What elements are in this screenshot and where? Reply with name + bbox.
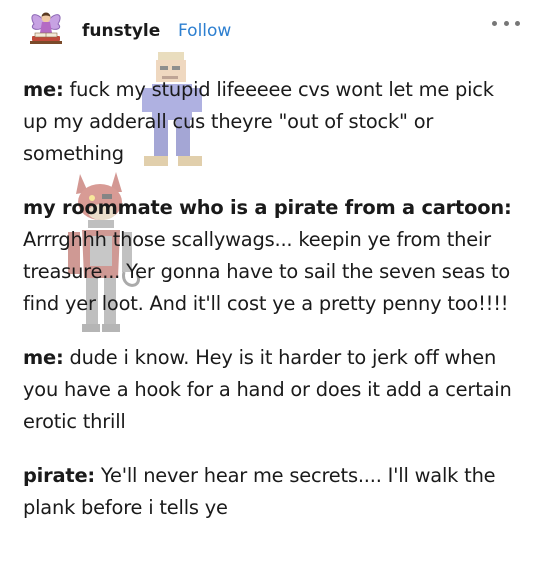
dialogue-line: me: fuck my stupid lifeeeee cvs wont let…: [23, 74, 523, 170]
follow-button[interactable]: Follow: [178, 21, 231, 41]
speaker-label: pirate:: [23, 464, 95, 487]
dot-icon: [515, 20, 520, 26]
dialogue-line: pirate: Ye'll never hear me secrets.... …: [23, 460, 523, 524]
tumblr-post: funstyle Follow me: fuck my stupid lifee…: [0, 0, 540, 562]
more-options-icon[interactable]: [492, 16, 520, 30]
dialogue-text: fuck my stupid lifeeeee cvs wont let me …: [23, 78, 494, 165]
speaker-label: me:: [23, 346, 64, 369]
speaker-label: me:: [23, 78, 64, 101]
dialogue-line: me: dude i know. Hey is it harder to jer…: [23, 342, 523, 438]
dot-icon: [503, 20, 509, 26]
dialogue-text: dude i know. Hey is it harder to jerk of…: [23, 346, 512, 433]
username[interactable]: funstyle: [82, 21, 160, 41]
fairy-avatar-icon[interactable]: [26, 8, 66, 48]
post-header: funstyle Follow: [20, 8, 520, 54]
post-body: me: fuck my stupid lifeeeee cvs wont let…: [23, 74, 523, 546]
speaker-label: my roommate who is a pirate from a carto…: [23, 196, 512, 219]
dot-icon: [492, 20, 497, 26]
dialogue-line: my roommate who is a pirate from a carto…: [23, 192, 523, 320]
dialogue-text: Arrrghhh those scallywags... keepin ye f…: [23, 228, 511, 315]
